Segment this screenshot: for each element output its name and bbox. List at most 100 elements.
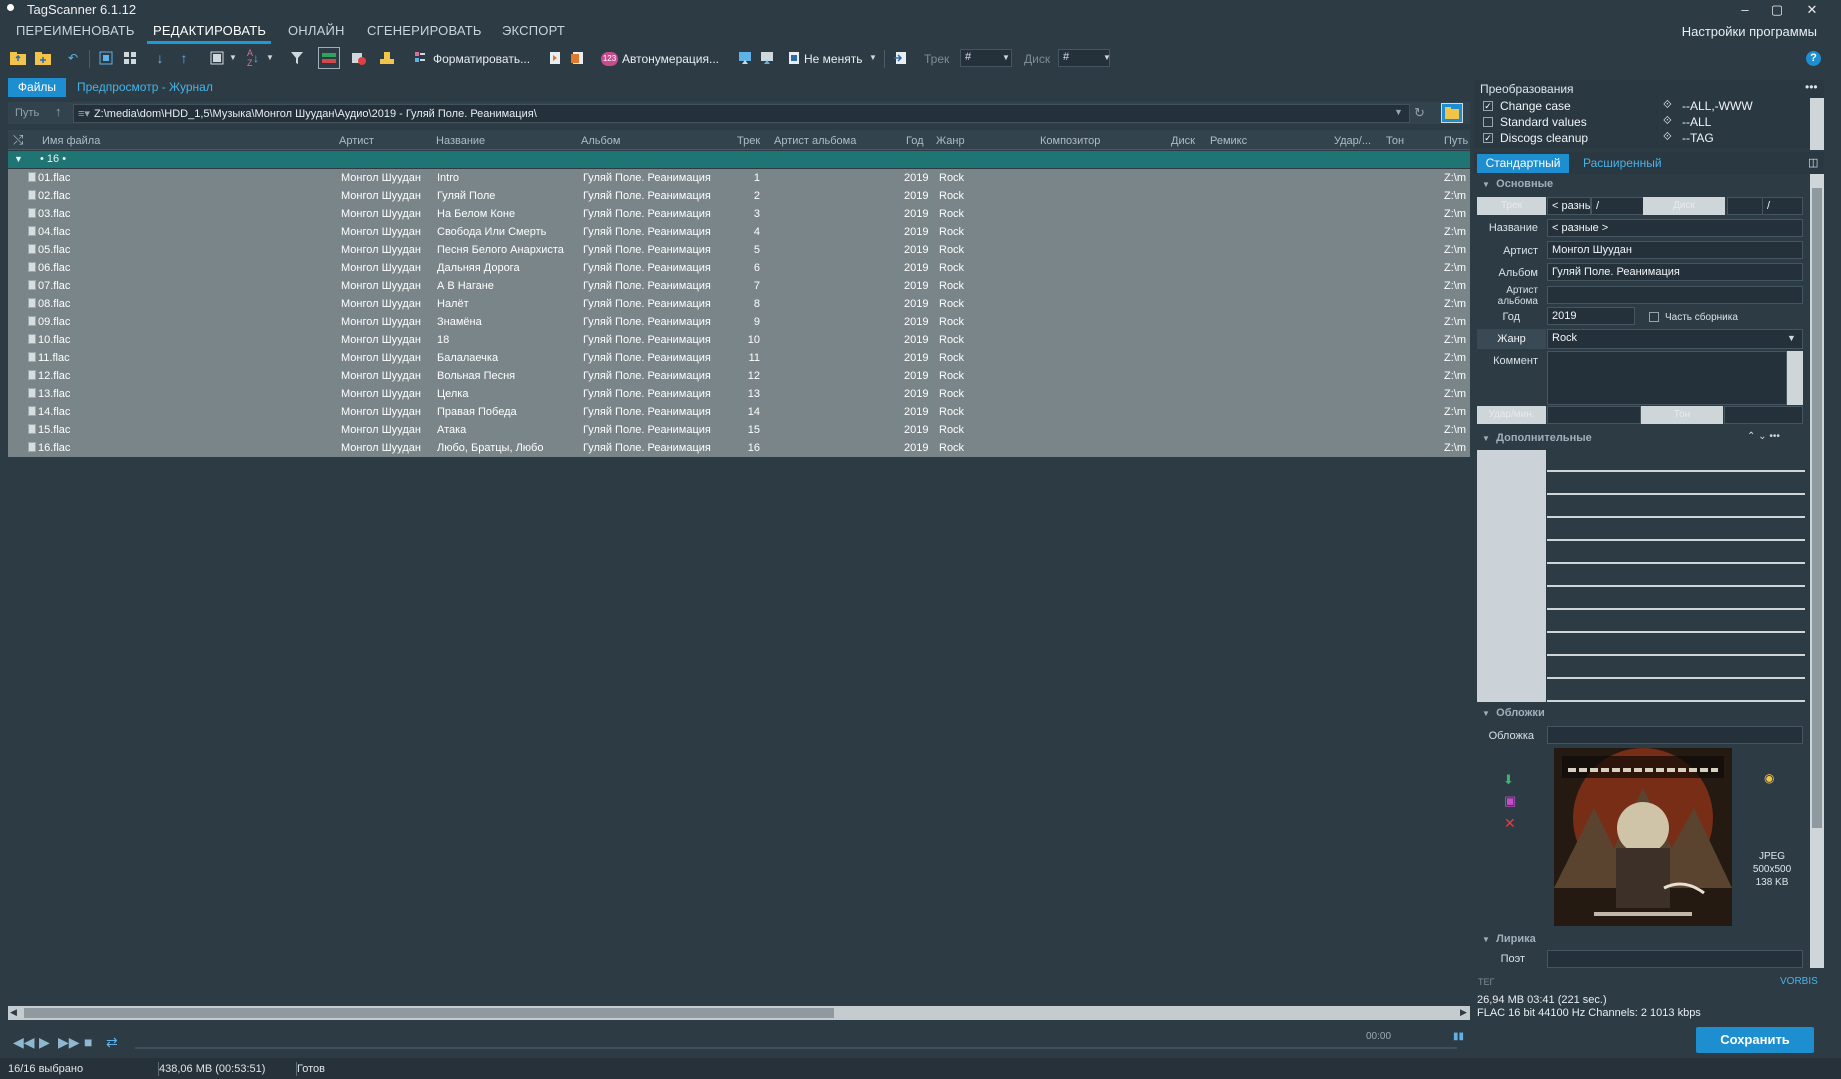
minimize-icon[interactable]: – bbox=[1735, 1, 1755, 19]
case-mode-icon[interactable] bbox=[785, 49, 803, 67]
col-path[interactable]: Путь bbox=[1444, 135, 1468, 147]
extra-field-row[interactable] bbox=[1547, 539, 1805, 541]
filter-icon[interactable] bbox=[288, 49, 306, 67]
grid-view-icon[interactable] bbox=[121, 49, 139, 67]
covers-section-header[interactable]: ▼ Обложки bbox=[1482, 707, 1545, 719]
path-input[interactable]: ≡▾ Z:\media\dom\HDD_1,5\Музыка\Монгол Шуу… bbox=[73, 104, 1410, 123]
move-up-icon[interactable]: ↑ bbox=[175, 49, 193, 67]
menu-export[interactable]: ЭКСПОРТ bbox=[502, 23, 565, 38]
delete-cover-icon[interactable]: ✕ bbox=[1504, 815, 1516, 832]
extra-field-row[interactable] bbox=[1547, 631, 1805, 633]
table-row[interactable]: 14.flac Монгол Шуудан Правая Победа Гуляй П… bbox=[8, 403, 1470, 421]
extra-field-row[interactable] bbox=[1547, 608, 1805, 610]
volume-icon[interactable]: ▮▮ bbox=[1453, 1031, 1464, 1042]
add-cover-icon[interactable]: ⬇ bbox=[1503, 772, 1514, 788]
extra-field-row[interactable] bbox=[1547, 677, 1805, 679]
table-row[interactable]: 03.flac Монгол Шуудан На Белом Коне Гуляй П… bbox=[8, 205, 1470, 223]
repeat-icon[interactable]: ⇄ bbox=[106, 1034, 118, 1051]
col-remix[interactable]: Ремикс bbox=[1210, 135, 1247, 147]
autonumber-button[interactable]: Автонумерация... bbox=[622, 52, 719, 66]
col-filename[interactable]: Имя файла bbox=[42, 135, 100, 147]
format-button[interactable]: Форматировать... bbox=[433, 52, 530, 66]
track-total-field[interactable]: / bbox=[1591, 197, 1645, 215]
col-genre[interactable]: Жанр bbox=[936, 135, 965, 147]
add-folder-icon[interactable] bbox=[34, 49, 52, 67]
browse-folder-icon[interactable] bbox=[1441, 103, 1463, 123]
basic-section-header[interactable]: ▼ Основные bbox=[1482, 178, 1553, 190]
comment-field[interactable] bbox=[1547, 351, 1787, 405]
sort-dropdown-icon[interactable]: ▼ bbox=[266, 53, 274, 62]
table-row[interactable]: 15.flac Монгол Шуудан Атака Гуляй Поле. Реа… bbox=[8, 421, 1470, 439]
path-dropdown-icon[interactable]: ▼ bbox=[1394, 107, 1403, 117]
scroll-left-icon[interactable]: ◀ bbox=[10, 1007, 17, 1018]
table-row[interactable]: 01.flac Монгол Шуудан Intro Гуляй Поле. Реа… bbox=[8, 169, 1470, 187]
col-year[interactable]: Год bbox=[906, 135, 924, 147]
transforms-scrollbar[interactable] bbox=[1810, 98, 1824, 150]
table-row[interactable]: 12.flac Монгол Шуудан Вольная Песня Гуляй П… bbox=[8, 367, 1470, 385]
tag-format-value[interactable]: VORBIS bbox=[1780, 976, 1818, 987]
compilation-checkbox[interactable] bbox=[1649, 312, 1659, 322]
editor-scrollbar-thumb[interactable] bbox=[1812, 188, 1822, 828]
col-key[interactable]: Тон bbox=[1386, 135, 1404, 147]
path-up-icon[interactable]: ↑ bbox=[55, 104, 62, 119]
file-copy-icon[interactable] bbox=[568, 49, 586, 67]
year-field[interactable]: 2019 bbox=[1547, 307, 1635, 325]
playback-progress[interactable] bbox=[135, 1047, 1457, 1049]
genre-dropdown-icon[interactable]: ▼ bbox=[1787, 333, 1796, 343]
no-change-arrow-icon[interactable]: ▼ bbox=[869, 53, 877, 62]
play-icon[interactable]: ▶ bbox=[39, 1034, 50, 1051]
tab-files[interactable]: Файлы bbox=[8, 78, 66, 97]
sort-az-icon[interactable]: A Z ↓ bbox=[244, 48, 262, 68]
disc-total-field[interactable]: / bbox=[1762, 197, 1803, 215]
extra-fields-grid[interactable] bbox=[1477, 450, 1805, 702]
extra-field-row[interactable] bbox=[1547, 470, 1805, 472]
right-panel-scrollbar[interactable] bbox=[1810, 98, 1824, 968]
scrollbar-thumb[interactable] bbox=[24, 1008, 834, 1018]
table-row[interactable]: 02.flac Монгол Шуудан Гуляй Поле Гуляй Поле… bbox=[8, 187, 1470, 205]
format-icon[interactable] bbox=[411, 49, 429, 67]
col-album-artist[interactable]: Артист альбома bbox=[774, 135, 856, 147]
artist-field[interactable]: Монгол Шуудан bbox=[1547, 241, 1803, 259]
transform-name[interactable]: Standard values bbox=[1500, 115, 1587, 129]
table-row[interactable]: 09.flac Монгол Шуудан Знамёна Гуляй Поле. Р… bbox=[8, 313, 1470, 331]
cover-type-field[interactable] bbox=[1547, 726, 1803, 744]
disc-dropdown-icon[interactable]: ▼ bbox=[1103, 53, 1111, 62]
stop-icon[interactable]: ■ bbox=[84, 1034, 92, 1050]
tab-advanced[interactable]: Расширенный bbox=[1583, 156, 1662, 170]
menu-rename[interactable]: ПЕРЕИМЕНОВАТЬ bbox=[16, 23, 135, 38]
previous-icon[interactable]: ◀◀ bbox=[13, 1034, 35, 1051]
table-row[interactable]: 13.flac Монгол Шуудан Целка Гуляй Поле. Реа… bbox=[8, 385, 1470, 403]
file-script-icon[interactable] bbox=[546, 49, 564, 67]
transform-name[interactable]: Change case bbox=[1500, 99, 1571, 113]
extra-field-row[interactable] bbox=[1547, 562, 1805, 564]
extra-field-row[interactable] bbox=[1547, 654, 1805, 656]
genre-select[interactable]: Rock bbox=[1547, 329, 1803, 349]
path-menu-icon[interactable]: ≡▾ bbox=[78, 108, 90, 120]
menu-edit[interactable]: РЕДАКТИРОВАТЬ bbox=[153, 23, 266, 38]
refresh-icon[interactable]: ↻ bbox=[1414, 105, 1425, 121]
comment-scrollbar[interactable] bbox=[1787, 351, 1803, 405]
extra-section-controls[interactable]: ⌃ ⌄ ••• bbox=[1747, 431, 1780, 442]
poet-field[interactable] bbox=[1547, 950, 1803, 968]
renumber-icon[interactable] bbox=[891, 49, 909, 67]
table-row[interactable]: 07.flac Монгол Шуудан А В Нагане Гуляй Поле… bbox=[8, 277, 1470, 295]
more-icon[interactable]: ••• bbox=[1805, 80, 1818, 94]
transform-name[interactable]: Discogs cleanup bbox=[1500, 131, 1588, 145]
bpm-field[interactable] bbox=[1547, 406, 1641, 424]
help-icon[interactable]: ? bbox=[1806, 51, 1821, 66]
no-change-dropdown[interactable]: Не менять bbox=[804, 52, 862, 66]
col-artist[interactable]: Артист bbox=[339, 135, 374, 147]
remove-tags-icon[interactable] bbox=[350, 49, 368, 67]
transform-checkbox[interactable]: ✓ bbox=[1483, 101, 1493, 111]
next-icon[interactable]: ▶▶ bbox=[58, 1034, 80, 1051]
extra-field-row[interactable] bbox=[1547, 700, 1805, 702]
album-field[interactable]: Гуляй Поле. Реанимация bbox=[1547, 263, 1803, 281]
table-row[interactable]: 16.flac Монгол Шуудан Любо, Братцы, Любо Гу… bbox=[8, 439, 1470, 457]
open-folder-icon[interactable] bbox=[9, 49, 27, 67]
table-row[interactable]: 10.flac Монгол Шуудан 18 Гуляй Поле. Реаним… bbox=[8, 331, 1470, 349]
tab-standard[interactable]: Стандартный bbox=[1477, 154, 1569, 173]
table-row[interactable]: 06.flac Монгол Шуудан Дальняя Дорога Гуляй … bbox=[8, 259, 1470, 277]
track-field-editor[interactable]: < разнь bbox=[1547, 197, 1591, 215]
collapse-group-icon[interactable]: ▼ bbox=[14, 154, 23, 164]
extra-section-header[interactable]: ▼ Дополнительные bbox=[1482, 432, 1592, 444]
